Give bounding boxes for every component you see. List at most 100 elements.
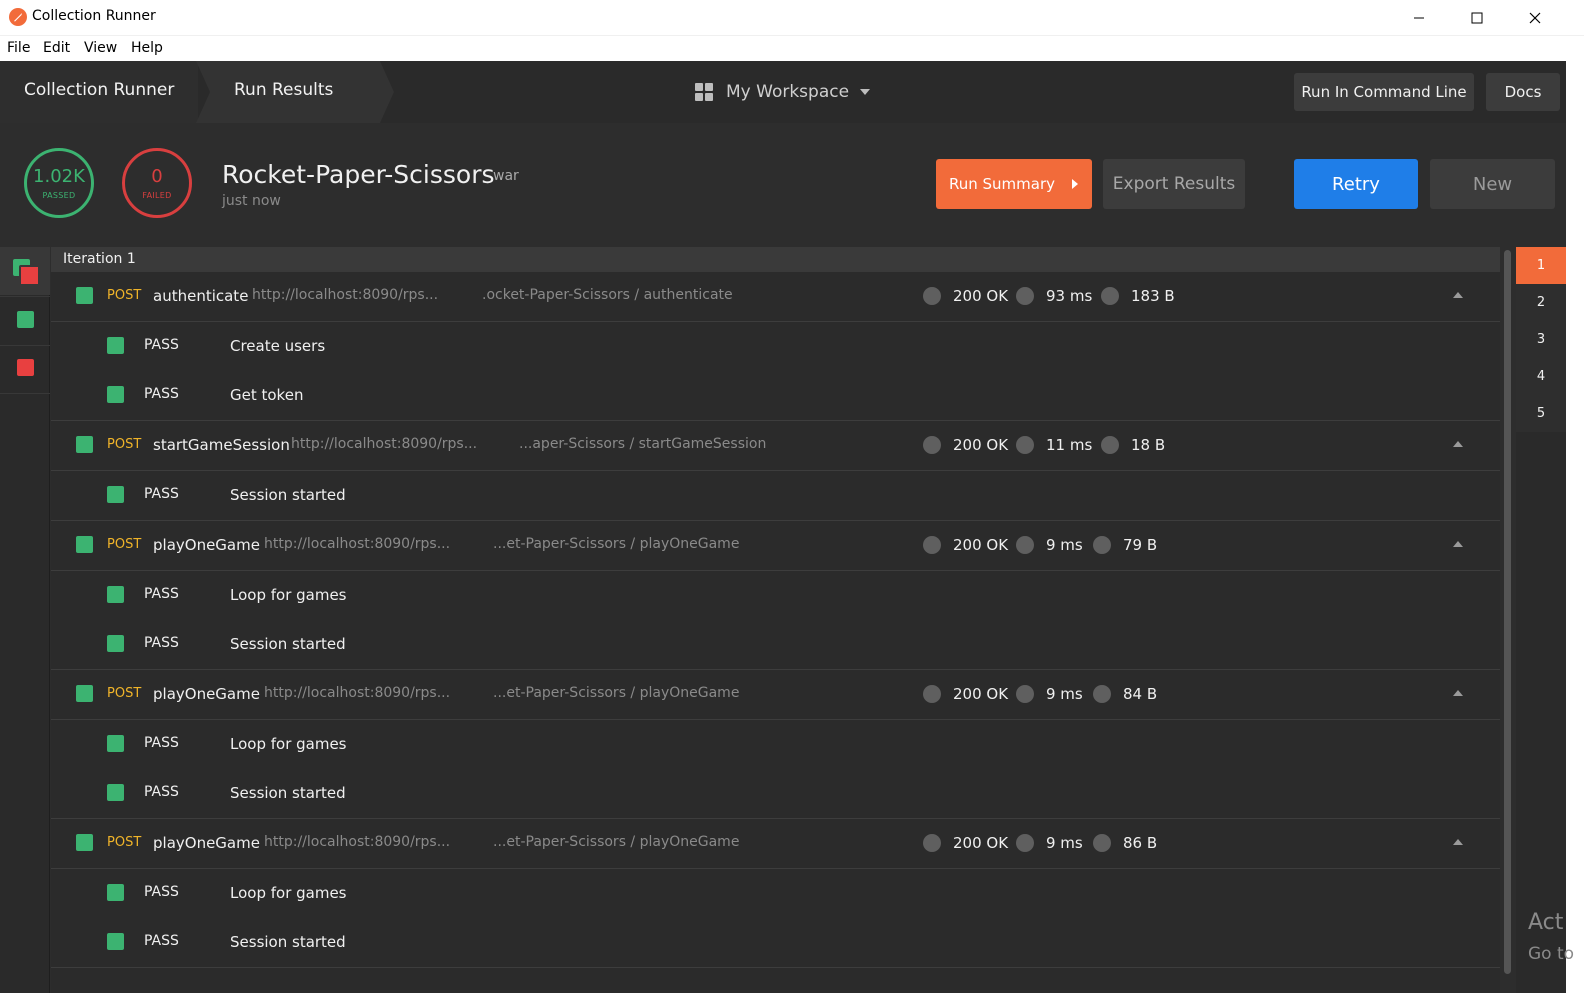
response-status: 200 OK [953, 834, 1009, 852]
test-name: Loop for games [230, 884, 347, 902]
collapse-caret-icon[interactable] [1453, 839, 1463, 845]
test-result: PASS [144, 386, 179, 402]
response-time: 11 ms [1046, 436, 1093, 454]
breadcrumb-label: Run Results [234, 80, 334, 100]
pass-square-icon [76, 536, 93, 553]
test-result: PASS [144, 884, 179, 900]
test-result: PASS [144, 337, 179, 353]
collection-name: Rocket-Paper-Scissors [222, 160, 495, 189]
menu-view[interactable]: View [84, 40, 117, 56]
close-icon[interactable] [1506, 0, 1564, 35]
results-scrollbar[interactable] [1500, 247, 1516, 993]
collapse-caret-icon[interactable] [1453, 441, 1463, 447]
test-name: Get token [230, 386, 304, 404]
test-result: PASS [144, 635, 179, 651]
test-row: PASS Loop for games [51, 720, 1500, 769]
fail-square-icon [19, 265, 40, 286]
request-row[interactable]: POST playOneGame http://localhost:8090/r… [51, 819, 1500, 869]
test-result: PASS [144, 586, 179, 602]
run-summary-label: Run Summary [948, 175, 1056, 193]
test-name: Session started [230, 933, 346, 951]
response-time: 93 ms [1046, 287, 1093, 305]
test-row: PASS Create users [51, 322, 1500, 371]
pass-square-icon [107, 635, 124, 652]
menu-file[interactable]: File [7, 40, 30, 56]
scrollbar-thumb[interactable] [1504, 250, 1511, 974]
run-summary-button[interactable]: Run Summary [936, 159, 1092, 209]
menu-edit[interactable]: Edit [43, 40, 70, 56]
test-name: Loop for games [230, 586, 347, 604]
menu-help[interactable]: Help [131, 40, 163, 56]
request-row[interactable]: POST playOneGame http://localhost:8090/r… [51, 521, 1500, 571]
maximize-icon[interactable] [1448, 0, 1506, 35]
test-name: Session started [230, 486, 346, 504]
filter-passed[interactable] [0, 296, 50, 346]
response-status: 200 OK [953, 287, 1009, 305]
chevron-down-icon [860, 89, 871, 95]
window-edge [1566, 61, 1584, 993]
request-name: playOneGame [153, 536, 260, 554]
request-method: POST [107, 288, 142, 303]
breadcrumb-label: Collection Runner [24, 80, 175, 100]
request-url: http://localhost:8090/rps... [252, 287, 439, 303]
status-dot-icon [923, 834, 941, 852]
failed-count: 0 [151, 165, 163, 187]
request-row[interactable]: POST playOneGame http://localhost:8090/r… [51, 670, 1500, 720]
request-url: http://localhost:8090/rps... [291, 436, 478, 452]
collapse-caret-icon[interactable] [1453, 690, 1463, 696]
iteration-5-tab[interactable]: 5 [1516, 395, 1566, 432]
workspace-selector[interactable]: My Workspace [695, 79, 871, 105]
test-row: PASS Session started [51, 918, 1500, 968]
breadcrumb-collection-runner[interactable]: Collection Runner [0, 61, 198, 123]
minimize-icon[interactable] [1390, 0, 1448, 35]
iteration-4-tab[interactable]: 4 [1516, 358, 1566, 395]
response-time: 9 ms [1046, 685, 1083, 703]
pass-square-icon [76, 834, 93, 851]
request-row[interactable]: POST authenticate http://localhost:8090/… [51, 272, 1500, 322]
time-dot-icon [1016, 834, 1034, 852]
response-status: 200 OK [953, 685, 1009, 703]
pass-square-icon [107, 386, 124, 403]
filter-all[interactable] [0, 247, 50, 295]
iteration-2-tab[interactable]: 2 [1516, 284, 1566, 321]
activation-watermark: Act [1528, 910, 1564, 935]
iteration-3-tab[interactable]: 3 [1516, 321, 1566, 358]
window-title: Collection Runner [32, 8, 156, 24]
request-path: ...aper-Scissors / startGameSession [519, 436, 767, 452]
breadcrumb-run-results[interactable]: Run Results [196, 61, 396, 123]
collapse-caret-icon[interactable] [1453, 292, 1463, 298]
request-path: ...et-Paper-Scissors / playOneGame [493, 536, 740, 552]
response-time: 9 ms [1046, 834, 1083, 852]
response-size: 86 B [1123, 834, 1158, 852]
test-name: Session started [230, 784, 346, 802]
caret-right-icon [1072, 179, 1079, 189]
filter-failed[interactable] [0, 345, 50, 394]
collapse-caret-icon[interactable] [1453, 541, 1463, 547]
pass-square-icon [17, 311, 34, 328]
size-dot-icon [1101, 287, 1119, 305]
size-dot-icon [1093, 834, 1111, 852]
size-dot-icon [1093, 536, 1111, 554]
request-url: http://localhost:8090/rps... [264, 536, 451, 552]
iteration-1-tab[interactable]: 1 [1516, 247, 1566, 284]
failed-counter: 0 FAILED [122, 148, 192, 218]
request-method: POST [107, 537, 142, 552]
activation-watermark-sub: Go to [1528, 944, 1575, 964]
export-results-button[interactable]: Export Results [1103, 159, 1245, 209]
request-row[interactable]: POST startGameSession http://localhost:8… [51, 421, 1500, 471]
grid-icon [695, 82, 713, 101]
test-name: Session started [230, 635, 346, 653]
response-size: 79 B [1123, 536, 1158, 554]
time-dot-icon [1016, 287, 1034, 305]
iteration-navigator: 1 2 3 4 5 [1516, 247, 1566, 993]
run-in-command-line-button[interactable]: Run In Command Line [1294, 73, 1474, 111]
response-time: 9 ms [1046, 536, 1083, 554]
request-url: http://localhost:8090/rps... [264, 834, 451, 850]
fail-square-icon [17, 359, 34, 376]
time-dot-icon [1016, 436, 1034, 454]
new-button[interactable]: New [1430, 159, 1555, 209]
retry-button[interactable]: Retry [1294, 159, 1418, 209]
status-dot-icon [923, 436, 941, 454]
response-size: 18 B [1131, 436, 1166, 454]
docs-button[interactable]: Docs [1486, 73, 1560, 111]
